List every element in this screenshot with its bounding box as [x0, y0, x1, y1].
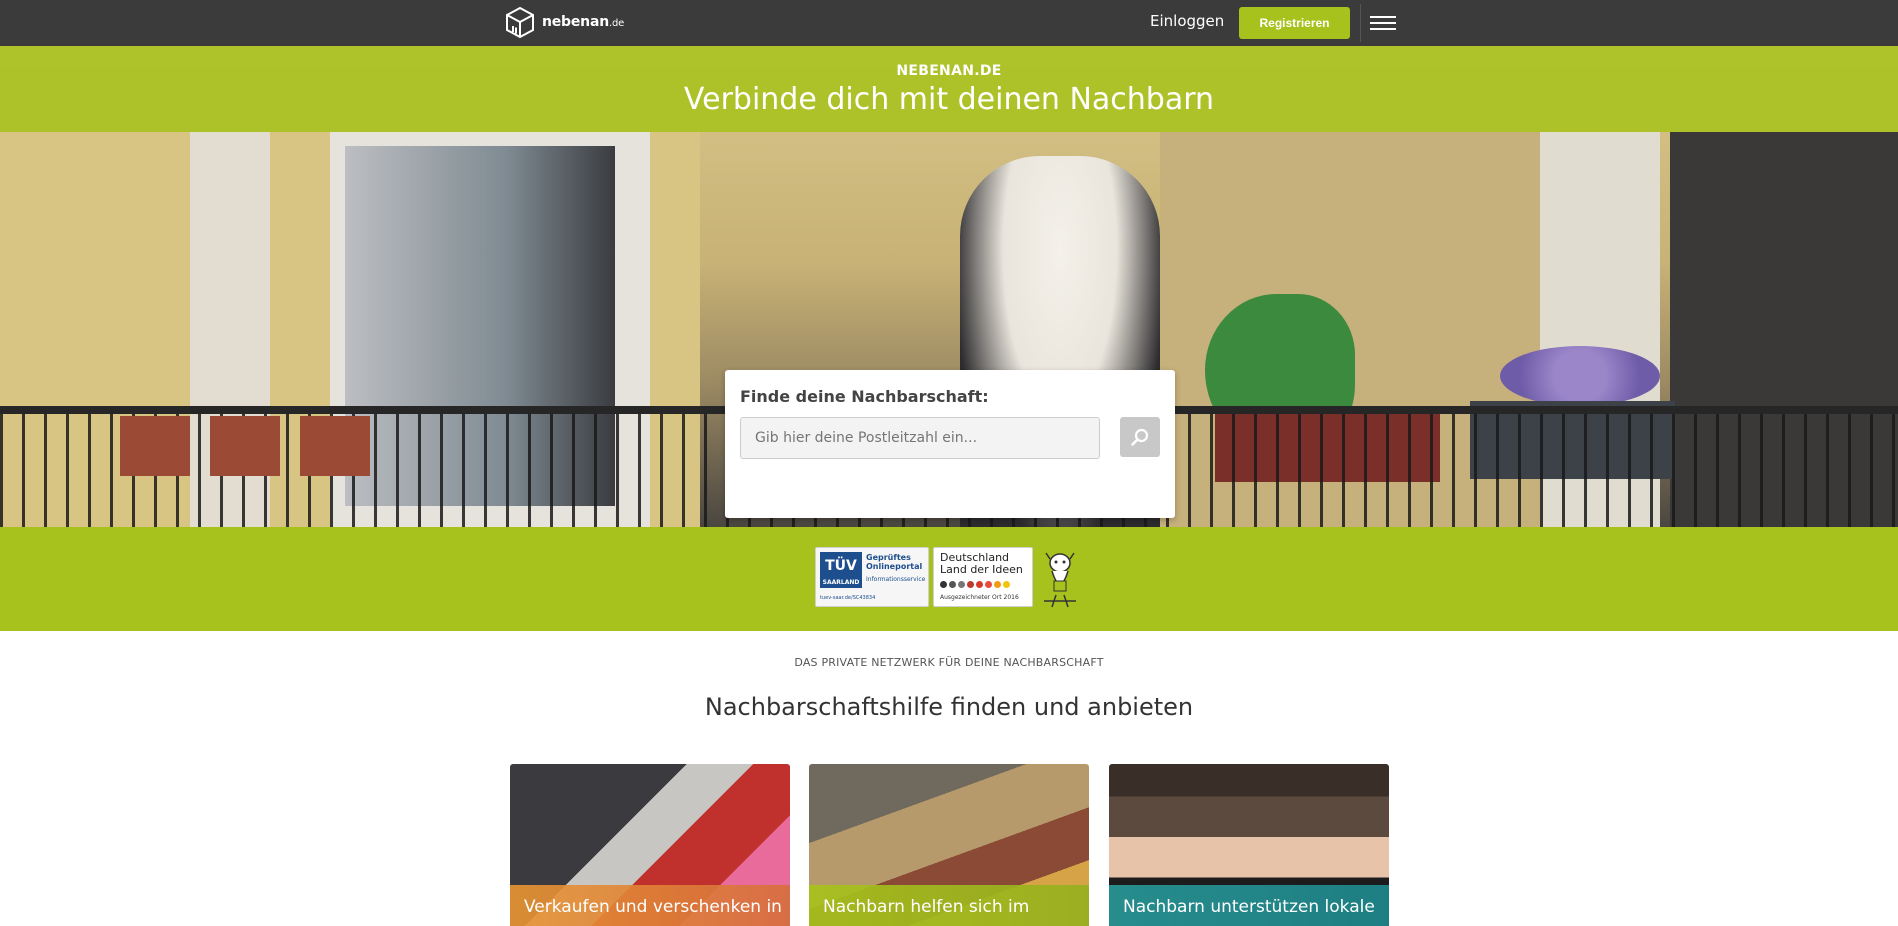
login-link[interactable]: Einloggen — [1150, 12, 1224, 30]
hero-eyebrow: NEBENAN.DE — [896, 63, 1002, 79]
top-nav: nebenan.de Einloggen Registrieren — [0, 0, 1898, 46]
feature-card-caption: Nachbarn unterstützen lokale — [1109, 885, 1389, 926]
search-icon — [1131, 428, 1149, 446]
tuv-logo: TÜV SAARLAND — [820, 552, 862, 588]
feature-card-caption: Verkaufen und verschenken in — [510, 885, 790, 926]
nav-divider — [1360, 4, 1361, 42]
feature-card-sell[interactable]: Verkaufen und verschenken in — [510, 764, 790, 926]
search-label: Finde deine Nachbarschaft: — [740, 387, 989, 406]
mascot-illustration-icon — [1044, 552, 1076, 608]
postcode-input[interactable] — [740, 417, 1100, 459]
feature-card-local[interactable]: Nachbarn unterstützen lokale — [1109, 764, 1389, 926]
hero-title: Verbinde dich mit deinen Nachbarn — [683, 82, 1215, 117]
section-title: Nachbarschaftshilfe finden und anbieten — [704, 693, 1194, 721]
hero-slider: NEBENAN.DE Verbinde dich mit deinen Nach… — [0, 46, 1898, 527]
postcode-search-card: Finde deine Nachbarschaft: — [725, 370, 1175, 518]
section-eyebrow: DAS PRIVATE NETZWERK FÜR DEINE NACHBARSC… — [794, 656, 1104, 669]
feature-card-caption: Nachbarn helfen sich im — [809, 885, 1089, 926]
register-button[interactable]: Registrieren — [1239, 7, 1350, 39]
house-logo-icon — [506, 6, 534, 38]
feature-card-help[interactable]: Nachbarn helfen sich im — [809, 764, 1089, 926]
tuv-badge[interactable]: TÜV SAARLAND Geprüftes Onlineportal Infor… — [815, 547, 929, 607]
land-der-ideen-badge[interactable]: Deutschland Land der Ideen Ausgezeichnet… — [933, 547, 1033, 607]
logo-text: nebenan.de — [542, 14, 625, 30]
trust-badges-band: TÜV SAARLAND Geprüftes Onlineportal Infor… — [0, 527, 1898, 631]
hamburger-menu-icon[interactable] — [1370, 12, 1396, 34]
logo-link[interactable]: nebenan.de — [505, 6, 624, 38]
search-button[interactable] — [1120, 417, 1160, 457]
